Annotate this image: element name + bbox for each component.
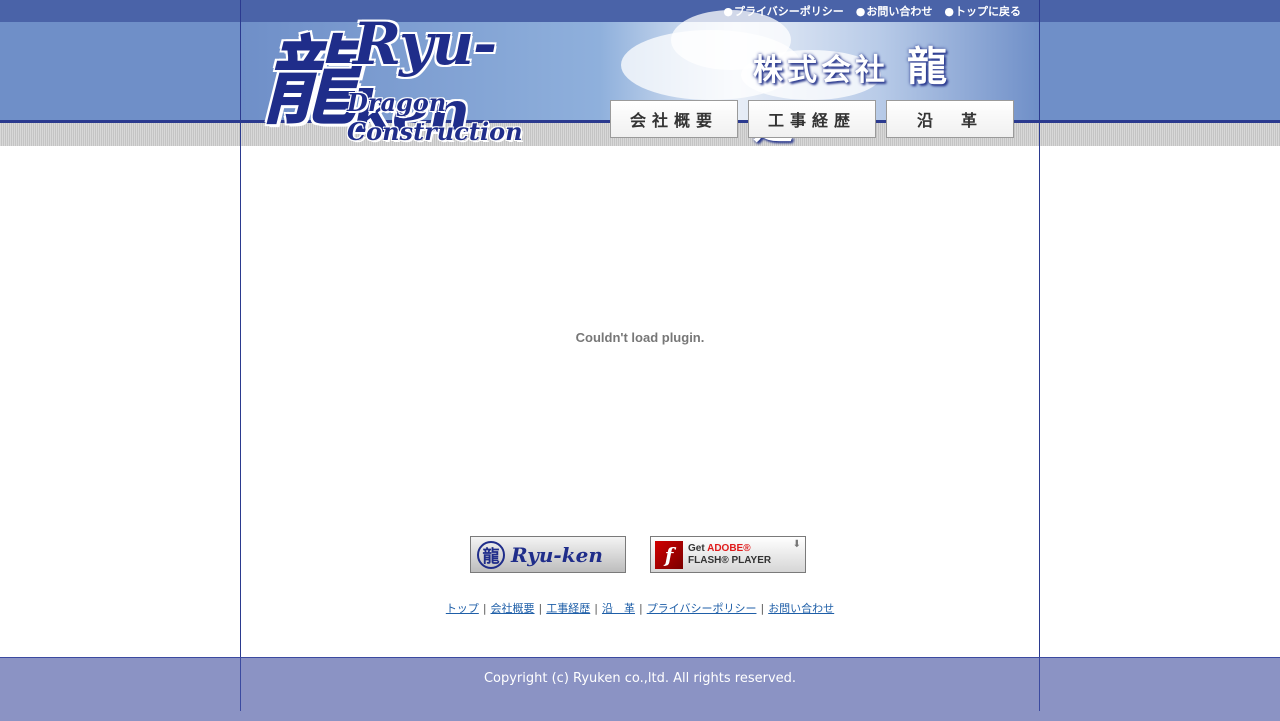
footer-link-privacy-policy[interactable]: プライバシーポリシー — [647, 602, 757, 615]
separator: | — [594, 602, 598, 615]
main-nav: 会社概要 工事経歴 沿 革 — [610, 100, 1014, 138]
footer-link-top[interactable]: トップ — [446, 602, 479, 615]
logo-subtitle: Dragon Construction — [347, 88, 523, 146]
back-to-top-link[interactable]: トップに戻る — [944, 3, 1021, 19]
nav-construction-history-button[interactable]: 工事経歴 — [748, 100, 876, 138]
contact-link[interactable]: お問い合わせ — [856, 3, 932, 19]
privacy-policy-link[interactable]: プライバシーポリシー — [723, 3, 844, 19]
separator: | — [760, 602, 765, 615]
nav-company-history-button[interactable]: 沿 革 — [886, 100, 1014, 138]
ryuken-banner-text: Ryu-ken — [511, 542, 603, 567]
ryuken-banner[interactable]: 龍 Ryu-ken — [470, 536, 626, 573]
download-arrow-icon: ⬇ — [792, 539, 801, 550]
separator: | — [638, 602, 643, 615]
footer: Copyright (c) Ryuken co.,ltd. All rights… — [0, 657, 1280, 721]
header-hero: 龍 Ryu-ken Dragon Construction プライバシーポリシー… — [241, 0, 1039, 146]
flash-banner-text: Get ADOBE® FLASH® PLAYER — [688, 543, 771, 567]
flash-adobe-text: ADOBE® — [707, 542, 751, 554]
flash-player-text: FLASH® PLAYER — [688, 554, 772, 566]
nav-company-profile-button[interactable]: 会社概要 — [610, 100, 738, 138]
dragon-seal-icon: 龍 — [477, 540, 505, 569]
copyright-text: Copyright (c) Ryuken co.,ltd. All rights… — [483, 671, 797, 686]
get-flash-player-banner[interactable]: f Get ADOBE® FLASH® PLAYER ⬇ — [650, 536, 806, 573]
banner-row: 龍 Ryu-ken f Get ADOBE® FLASH® PLAYER ⬇ — [470, 536, 806, 573]
plugin-error-message: Couldn't load plugin. — [575, 330, 705, 345]
footer-link-contact[interactable]: お問い合わせ — [768, 602, 834, 615]
company-prefix: 株式会社 — [753, 53, 889, 88]
site-logo[interactable]: 龍 Ryu-ken Dragon Construction — [261, 4, 601, 146]
separator: | — [482, 602, 487, 615]
footer-link-company-history[interactable]: 沿 革 — [602, 602, 635, 615]
footer-link-company-profile[interactable]: 会社概要 — [491, 602, 535, 615]
flash-icon: f — [655, 540, 683, 569]
footer-links: トップ | 会社概要 | 工事経歴 | 沿 革 | プライバシーポリシー | お問い合わせ — [241, 600, 1039, 616]
separator: | — [538, 602, 543, 615]
top-links: プライバシーポリシー お問い合わせ トップに戻る — [723, 3, 1021, 19]
flash-get-text: Get — [688, 542, 705, 554]
logo-dragon-kanji: 龍 — [261, 25, 357, 138]
footer-link-construction-history[interactable]: 工事経歴 — [546, 602, 590, 615]
